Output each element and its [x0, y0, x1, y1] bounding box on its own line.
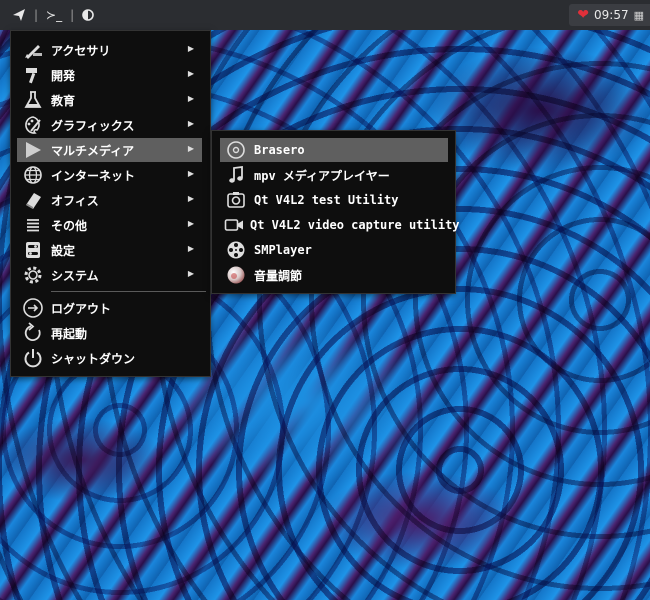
submenu-item-label: 音量調節: [254, 268, 303, 283]
menu-item-label: 設定: [51, 243, 76, 258]
submenu-arrow-icon: ▶: [187, 219, 194, 228]
menu-item-graphics[interactable]: グラフィックス ▶: [17, 113, 202, 137]
menu-item-label: グラフィックス: [51, 118, 135, 133]
volume-orb-icon: [224, 263, 248, 287]
menu-item-label: その他: [51, 218, 88, 233]
submenu-arrow-icon: ▶: [187, 94, 194, 103]
submenu-item-label: mpv メディアプレイヤー: [254, 168, 390, 183]
submenu-item-smplayer[interactable]: SMPlayer: [220, 238, 448, 262]
menu-item-label: マルチメディア: [51, 143, 135, 158]
film-reel-icon: [224, 238, 248, 262]
heart-icon[interactable]: ❤: [577, 7, 589, 23]
submenu-item-qt-v4l2-test[interactable]: Qt V4L2 test Utility: [220, 188, 448, 212]
menu-item-other[interactable]: その他 ▶: [17, 213, 202, 237]
panel-separator: |: [34, 8, 39, 22]
menu-item-restart[interactable]: 再起動: [17, 321, 202, 345]
submenu-item-label: SMPlayer: [254, 243, 312, 257]
menu-item-accessories[interactable]: アクセサリ ▶: [17, 38, 202, 62]
application-menu: アクセサリ ▶ 開発 ▶ 教育 ▶ グラフィックス ▶ マルチメディア ▶ イン…: [10, 30, 211, 377]
submenu-item-brasero[interactable]: Brasero: [220, 138, 448, 162]
menu-item-education[interactable]: 教育 ▶: [17, 88, 202, 112]
menu-item-office[interactable]: オフィス ▶: [17, 188, 202, 212]
submenu-item-qt-v4l2-capture[interactable]: Qt V4L2 video capture utility: [220, 213, 460, 237]
menu-item-shutdown[interactable]: シャットダウン: [17, 346, 202, 370]
menu-item-label: 教育: [51, 93, 76, 108]
submenu-arrow-icon: ▶: [187, 269, 194, 278]
menu-item-multimedia[interactable]: マルチメディア ▶: [17, 138, 202, 162]
send-icon[interactable]: [12, 8, 26, 22]
play-icon: [21, 138, 45, 162]
menu-item-internet[interactable]: インターネット ▶: [17, 163, 202, 187]
submenu-item-label: Qt V4L2 test Utility: [254, 193, 399, 207]
menu-item-label: シャットダウン: [51, 351, 136, 366]
power-icon: [21, 346, 45, 370]
menu-item-label: 再起動: [51, 326, 88, 341]
list-icon: [21, 213, 45, 237]
webcam-icon: [224, 188, 248, 212]
terminal-icon[interactable]: ≻_: [46, 8, 62, 22]
menu-item-settings[interactable]: 設定 ▶: [17, 238, 202, 262]
menu-item-label: アクセサリ: [51, 43, 111, 58]
submenu-arrow-icon: ▶: [187, 169, 194, 178]
hammer-icon: [21, 63, 45, 87]
calendar-icon[interactable]: ▦: [634, 9, 644, 22]
submenu-arrow-icon: ▶: [187, 194, 194, 203]
disc-icon: [224, 138, 248, 162]
logout-icon: [21, 296, 45, 320]
submenu-item-label: Qt V4L2 video capture utility: [250, 218, 460, 232]
menu-item-label: システム: [51, 268, 99, 283]
submenu-arrow-icon: ▶: [187, 244, 194, 253]
submenu-item-label: Brasero: [254, 143, 305, 157]
submenu-item-mpv[interactable]: mpv メディアプレイヤー: [220, 163, 448, 187]
panel-separator: |: [70, 8, 75, 22]
video-camera-icon: [224, 213, 244, 237]
submenu-arrow-icon: ▶: [187, 119, 194, 128]
menu-item-system[interactable]: システム ▶: [17, 263, 202, 287]
top-panel: | ≻_ | ❤ 09:57 ▦: [0, 0, 650, 30]
submenu-item-volume[interactable]: 音量調節: [220, 263, 448, 287]
multimedia-submenu: Brasero mpv メディアプレイヤー Qt V4L2 test Utili…: [211, 130, 460, 294]
submenu-arrow-icon: ▶: [187, 144, 194, 153]
restart-icon: [21, 321, 45, 345]
menu-item-label: オフィス: [51, 193, 99, 208]
globe-icon: [21, 163, 45, 187]
pen-ruler-icon: [21, 38, 45, 62]
flask-icon: [21, 88, 45, 112]
music-note-icon: [224, 163, 248, 187]
system-tray: ❤ 09:57 ▦: [569, 4, 650, 26]
clock[interactable]: 09:57: [594, 8, 629, 22]
menu-divider: [51, 291, 206, 292]
menu-item-label: 開発: [51, 68, 76, 83]
submenu-arrow-icon: ▶: [187, 44, 194, 53]
menu-item-development[interactable]: 開発 ▶: [17, 63, 202, 87]
gear-icon: [21, 263, 45, 287]
menu-item-label: ログアウト: [51, 301, 112, 316]
night-mode-icon[interactable]: [82, 9, 94, 21]
submenu-arrow-icon: ▶: [187, 69, 194, 78]
book-icon: [21, 188, 45, 212]
toggles-icon: [21, 238, 45, 262]
menu-item-logout[interactable]: ログアウト: [17, 296, 202, 320]
palette-icon: [21, 113, 45, 137]
menu-item-label: インターネット: [51, 168, 136, 183]
